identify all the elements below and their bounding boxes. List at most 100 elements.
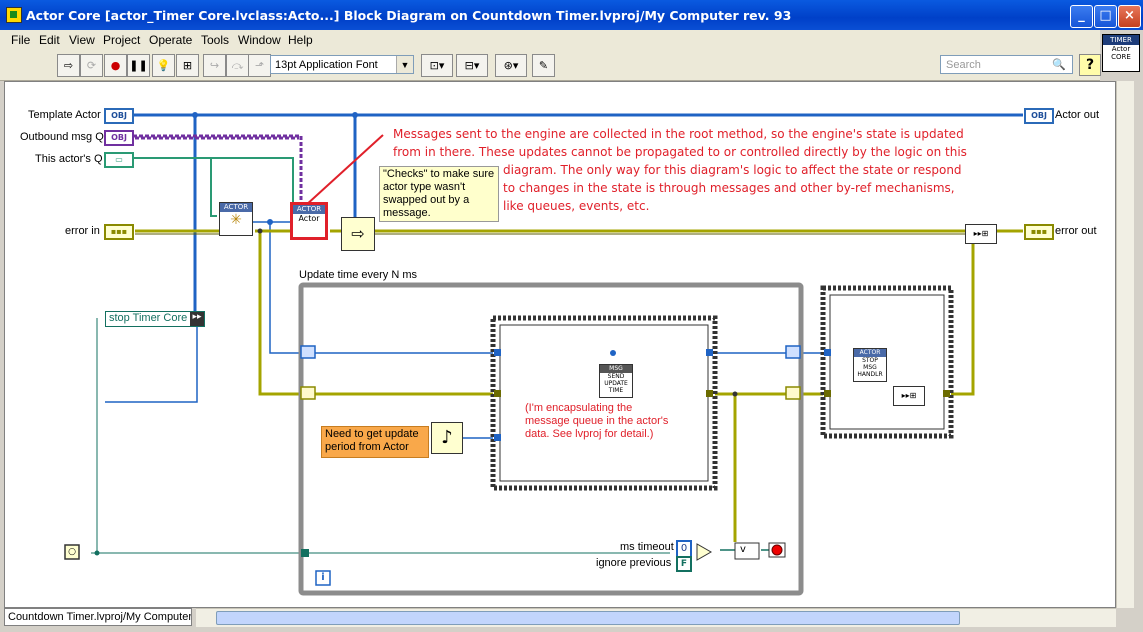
actor-core-header: ACTOR (293, 205, 325, 214)
this-actors-q-label: This actor's Q (35, 153, 103, 165)
this-actors-q-terminal[interactable]: ▭ (104, 152, 134, 168)
reorder-icon[interactable]: ⊛▾ (495, 54, 527, 77)
stop-msg-line-3: HANDLR (857, 371, 883, 378)
menu-project[interactable]: Project (103, 33, 140, 47)
error-out-terminal[interactable]: ▪▪▪ (1024, 224, 1054, 240)
need-period-line-2: period from Actor (325, 441, 409, 453)
or-node-icon: v (740, 544, 746, 555)
highlight-execution-icon[interactable]: 💡 (152, 54, 175, 77)
actor-core-call-node[interactable]: ACTOR Actor (290, 202, 328, 240)
stop-timer-core-local[interactable]: stop Timer Core ▸▸ (105, 311, 205, 327)
checks-note-line-3: swapped out by a (383, 194, 470, 206)
need-period-line-1: Need to get update (325, 428, 419, 440)
sparkle-icon: ✳ (230, 212, 242, 228)
boolean-constant-icon[interactable]: ○ (67, 547, 77, 557)
clean-up-diagram-icon[interactable]: ✎ (532, 54, 555, 77)
block-diagram[interactable]: Template Actor OBJ Outbound msg Q OBJ Th… (4, 81, 1116, 608)
ms-timeout-label: ms timeout (620, 541, 674, 553)
search-input[interactable]: Search 🔍 (940, 55, 1073, 74)
engine-comment-line-1: Messages sent to the engine are collecte… (393, 127, 964, 141)
checks-note-line-2: actor type wasn't (383, 181, 466, 193)
search-placeholder: Search (946, 59, 981, 71)
pause-icon[interactable]: ❚❚ (127, 54, 150, 77)
error-in-label: error in (65, 225, 100, 237)
outbound-msg-q-label: Outbound msg Q (20, 131, 104, 143)
loop-iteration-terminal: i (321, 572, 325, 583)
arrow-icon: ▸▸ (190, 312, 204, 326)
menu-tools[interactable]: Tools (201, 33, 229, 47)
search-icon[interactable]: 🔍 (1052, 56, 1066, 74)
horizontal-scrollbar[interactable] (196, 608, 1116, 627)
stop-timer-core-label: stop Timer Core (109, 312, 188, 324)
menu-bar: File Edit View Project Operate Tools Win… (0, 30, 1100, 50)
menu-help[interactable]: Help (288, 33, 313, 47)
stop-msg-line-1: STOP (862, 357, 878, 364)
font-select-value: 13pt Application Font (275, 59, 378, 71)
actor-type-check-node[interactable]: ACTOR ✳ (219, 202, 253, 236)
distribute-objects-icon[interactable]: ⊟▾ (456, 54, 488, 77)
chevron-down-icon[interactable]: ▼ (396, 56, 413, 73)
project-context[interactable]: Countdown Timer.lvproj/My Computer (4, 608, 192, 626)
menu-file[interactable]: File (11, 33, 30, 47)
error-out-label: error out (1055, 225, 1097, 237)
menu-window[interactable]: Window (238, 33, 281, 47)
abort-icon[interactable]: ● (104, 54, 127, 77)
align-objects-icon[interactable]: ⊡▾ (421, 54, 453, 77)
ignore-previous-label: ignore previous (596, 557, 672, 569)
send-msg-line-1: SEND (607, 373, 625, 380)
outbound-msg-q-terminal[interactable]: OBJ (104, 130, 134, 146)
step-into-icon[interactable]: ↪ (203, 54, 226, 77)
menu-view[interactable]: View (69, 33, 95, 47)
send-msg-line-2: UPDATE (604, 380, 628, 387)
maximize-button[interactable]: □ (1094, 5, 1117, 28)
send-msg-header: MSG (600, 365, 632, 373)
merge-errors-icon[interactable]: ▸▸⊞ (965, 224, 997, 244)
labview-app-icon (6, 7, 22, 23)
error-in-terminal[interactable]: ▪▪▪ (104, 224, 134, 240)
template-actor-label: Template Actor (28, 109, 101, 121)
loop-label: Update time every N ms (299, 269, 417, 281)
engine-comment-line-2: from in there. These updates cannot be p… (393, 145, 967, 159)
need-period-note: Need to get update period from Actor (321, 426, 429, 458)
window-title: Actor Core [actor_Timer Core.lvclass:Act… (26, 8, 792, 23)
stop-msg-header: ACTOR (854, 349, 886, 357)
ignore-previous-constant[interactable]: F (676, 556, 692, 572)
send-update-time-node[interactable]: MSG SEND UPDATE TIME (599, 364, 633, 398)
stop-msg-line-2: MSG (863, 364, 877, 371)
vi-icon-line-2: CORE (1111, 53, 1131, 61)
horizontal-scroll-thumb[interactable] (216, 611, 960, 625)
menu-operate[interactable]: Operate (149, 33, 192, 47)
actor-core-label: Actor (298, 214, 320, 223)
send-msg-line-3: TIME (608, 387, 624, 394)
title-bar: Actor Core [actor_Timer Core.lvclass:Act… (0, 0, 1143, 30)
vi-icon-header: TIMER (1103, 35, 1139, 45)
engine-comment-line-5: like queues, events, etc. (503, 199, 650, 213)
engine-comment-line-4: to changes in the state is through messa… (503, 181, 955, 195)
font-select[interactable]: 13pt Application Font ▼ (270, 55, 414, 74)
context-help-button[interactable]: ? (1079, 54, 1101, 76)
actor-node-header: ACTOR (220, 203, 252, 212)
metronome-icon[interactable]: ♪ (431, 422, 463, 454)
run-continuously-icon[interactable]: ⟳ (80, 54, 103, 77)
step-over-icon[interactable]: ⤼ (226, 54, 249, 77)
merge-errors-inner-icon[interactable]: ▸▸⊞ (893, 386, 925, 406)
retain-wire-values-icon[interactable]: ⊞ (176, 54, 199, 77)
checks-note-line-4: message. (383, 207, 431, 219)
encapsulating-line-2: message queue in the actor's (525, 415, 669, 427)
actor-out-label: Actor out (1055, 109, 1100, 121)
vi-icon-line-1: Actor (1111, 45, 1131, 53)
encapsulating-note: (I'm encapsulating the message queue in … (525, 402, 668, 441)
toolbar: ⇨ ⟳ ● ❚❚ 💡 ⊞ ↪ ⤼ ⬏ ⊡▾ ⊟▾ ⊛▾ ✎ (0, 50, 1100, 81)
minimize-button[interactable]: _ (1070, 5, 1093, 28)
step-out-icon[interactable]: ⬏ (248, 54, 271, 77)
checks-note: "Checks" to make sure actor type wasn't … (379, 166, 499, 222)
vertical-scrollbar[interactable] (1116, 81, 1134, 608)
unbundle-node-icon[interactable]: ⇨ (341, 217, 375, 251)
run-icon[interactable]: ⇨ (57, 54, 80, 77)
close-button[interactable]: × (1118, 5, 1141, 28)
actor-out-terminal[interactable]: OBJ (1024, 108, 1054, 124)
vi-icon[interactable]: TIMER Actor CORE (1102, 34, 1140, 72)
menu-edit[interactable]: Edit (39, 33, 60, 47)
template-actor-terminal[interactable]: OBJ (104, 108, 134, 124)
stop-msg-handler-node[interactable]: ACTOR STOP MSG HANDLR (853, 348, 887, 382)
